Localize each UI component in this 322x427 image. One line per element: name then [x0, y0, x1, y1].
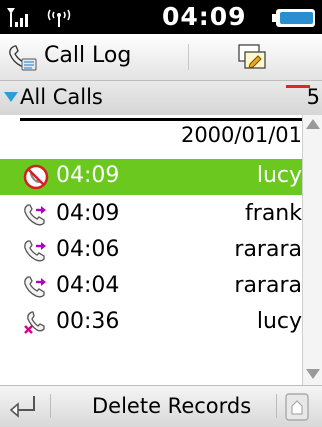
- call-filter-dropdown[interactable]: All Calls 5: [0, 81, 322, 115]
- list-header-rule: [20, 118, 302, 121]
- missed-call-icon: [23, 164, 49, 190]
- title-bar: Call Log: [0, 34, 322, 81]
- call-row[interactable]: 04:09 lucy: [0, 159, 302, 195]
- softkey-divider: [50, 394, 51, 418]
- call-row[interactable]: 04:04 rarara: [0, 269, 302, 305]
- delete-records-button[interactable]: Delete Records: [92, 394, 251, 418]
- call-list: 2000/01/01 04:09 lucy 04:09 frank 04:06 …: [0, 115, 322, 385]
- title-divider: [188, 44, 189, 70]
- call-time: 04:06: [56, 237, 120, 262]
- rejected-call-icon: [24, 311, 45, 334]
- call-row[interactable]: 04:06 rarara: [0, 233, 302, 269]
- call-time: 04:09: [56, 163, 120, 188]
- call-time: 04:09: [56, 201, 120, 226]
- filter-label: All Calls: [20, 85, 103, 109]
- scroll-up-icon[interactable]: [306, 119, 320, 129]
- scroll-down-icon[interactable]: [306, 369, 320, 379]
- caller-name: rarara: [234, 273, 302, 298]
- chevron-down-icon: [4, 92, 18, 102]
- back-icon[interactable]: [6, 392, 40, 420]
- home-icon[interactable]: [284, 392, 310, 422]
- antenna-icon: [47, 9, 71, 27]
- battery-icon: [272, 9, 315, 27]
- page-title: Call Log: [44, 43, 132, 68]
- status-bar: 04:09: [0, 0, 322, 34]
- call-count: 5: [306, 85, 320, 109]
- caller-name: rarara: [234, 237, 302, 262]
- call-row[interactable]: 04:09 frank: [0, 197, 302, 233]
- call-log-icon: [9, 45, 37, 71]
- call-time: 00:36: [56, 309, 120, 334]
- outgoing-call-icon: [24, 240, 46, 262]
- note-edit-icon[interactable]: [236, 42, 270, 72]
- signal-strength-icon: [7, 8, 28, 27]
- caller-name: lucy: [256, 163, 302, 188]
- caller-name: lucy: [256, 309, 302, 334]
- outgoing-call-icon: [24, 204, 46, 226]
- status-clock: 04:09: [162, 2, 247, 31]
- softkey-divider: [276, 394, 277, 418]
- softkey-bar: Delete Records: [0, 385, 322, 427]
- scrollbar[interactable]: [302, 115, 322, 385]
- outgoing-call-icon: [24, 276, 46, 298]
- call-row[interactable]: 00:36 lucy: [0, 305, 302, 341]
- date-header: 2000/01/01: [180, 123, 302, 147]
- caller-name: frank: [245, 201, 302, 226]
- call-time: 04:04: [56, 273, 120, 298]
